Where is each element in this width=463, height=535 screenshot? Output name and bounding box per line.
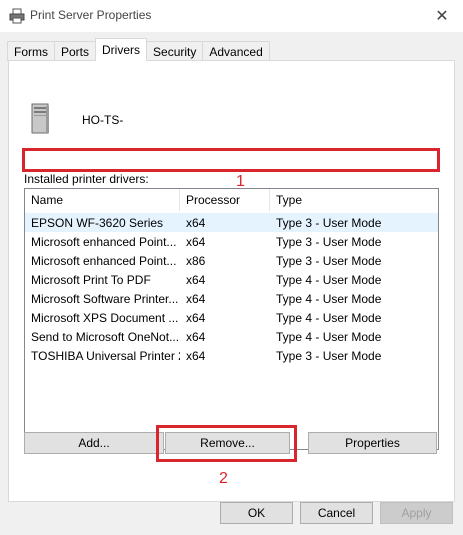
close-icon: ✕ bbox=[435, 8, 449, 25]
close-button[interactable]: ✕ bbox=[429, 4, 455, 28]
driver-name: Send to Microsoft OneNot... bbox=[31, 329, 180, 344]
driver-name: TOSHIBA Universal Printer 2 bbox=[31, 348, 180, 363]
driver-processor: x86 bbox=[186, 253, 206, 268]
tab-advanced[interactable]: Advanced bbox=[202, 41, 270, 61]
driver-processor: x64 bbox=[186, 272, 206, 287]
driver-type: Type 3 - User Mode bbox=[276, 215, 382, 230]
printer-icon bbox=[9, 8, 25, 24]
add-button[interactable]: Add... bbox=[24, 432, 164, 454]
driver-name: Microsoft enhanced Point... bbox=[31, 253, 177, 268]
driver-name: EPSON WF-3620 Series bbox=[31, 215, 164, 230]
driver-processor: x64 bbox=[186, 215, 206, 230]
driver-type: Type 4 - User Mode bbox=[276, 310, 382, 325]
title-bar: Print Server Properties ✕ bbox=[0, 0, 463, 32]
table-row[interactable]: Microsoft Software Printer... x64 Type 4… bbox=[25, 289, 438, 308]
driver-name: Microsoft Print To PDF bbox=[31, 272, 151, 287]
column-header-processor[interactable]: Processor bbox=[180, 189, 270, 211]
driver-processor: x64 bbox=[186, 291, 206, 306]
column-header-name[interactable]: Name bbox=[25, 189, 180, 211]
drivers-list-label: Installed printer drivers: bbox=[24, 172, 149, 186]
tab-security[interactable]: Security bbox=[146, 41, 204, 61]
driver-type: Type 4 - User Mode bbox=[276, 329, 382, 344]
dialog-body: Forms Ports Drivers Security Advanced HO… bbox=[0, 32, 463, 535]
list-header: Name Processor Type bbox=[25, 189, 438, 211]
driver-name: Microsoft Software Printer... bbox=[31, 291, 179, 306]
driver-type: Type 4 - User Mode bbox=[276, 272, 382, 287]
drivers-list[interactable]: Name Processor Type EPSON WF-3620 Series… bbox=[24, 188, 439, 450]
properties-button[interactable]: Properties bbox=[308, 432, 437, 454]
driver-type: Type 4 - User Mode bbox=[276, 291, 382, 306]
table-row[interactable]: Microsoft Print To PDF x64 Type 4 - User… bbox=[25, 270, 438, 289]
driver-name: Microsoft XPS Document ... bbox=[31, 310, 179, 325]
tab-strip: Forms Ports Drivers Security Advanced bbox=[7, 38, 270, 61]
driver-name: Microsoft enhanced Point... bbox=[31, 234, 177, 249]
driver-type: Type 3 - User Mode bbox=[276, 348, 382, 363]
tab-ports[interactable]: Ports bbox=[54, 41, 97, 61]
remove-button[interactable]: Remove... bbox=[165, 432, 290, 454]
window-title: Print Server Properties bbox=[30, 8, 152, 22]
cancel-button[interactable]: Cancel bbox=[300, 502, 373, 524]
server-tower-icon bbox=[31, 103, 49, 134]
driver-processor: x64 bbox=[186, 329, 206, 344]
apply-button[interactable]: Apply bbox=[380, 502, 453, 524]
tab-forms[interactable]: Forms bbox=[7, 41, 55, 61]
table-row[interactable]: EPSON WF-3620 Series x64 Type 3 - User M… bbox=[25, 213, 438, 232]
table-row[interactable]: Microsoft XPS Document ... x64 Type 4 - … bbox=[25, 308, 438, 327]
ok-button[interactable]: OK bbox=[220, 502, 293, 524]
server-name: HO-TS- bbox=[82, 113, 124, 127]
table-row[interactable]: Microsoft enhanced Point... x64 Type 3 -… bbox=[25, 232, 438, 251]
annotation-step-2: 2 bbox=[219, 470, 228, 487]
column-header-type[interactable]: Type bbox=[270, 189, 438, 211]
driver-type: Type 3 - User Mode bbox=[276, 253, 382, 268]
driver-processor: x64 bbox=[186, 310, 206, 325]
tab-drivers[interactable]: Drivers bbox=[95, 38, 148, 61]
driver-type: Type 3 - User Mode bbox=[276, 234, 382, 249]
annotation-step-1: 1 bbox=[236, 173, 245, 190]
table-row[interactable]: TOSHIBA Universal Printer 2 x64 Type 3 -… bbox=[25, 346, 438, 365]
driver-processor: x64 bbox=[186, 348, 206, 363]
table-row[interactable]: Send to Microsoft OneNot... x64 Type 4 -… bbox=[25, 327, 438, 346]
driver-processor: x64 bbox=[186, 234, 206, 249]
table-row[interactable]: Microsoft enhanced Point... x86 Type 3 -… bbox=[25, 251, 438, 270]
